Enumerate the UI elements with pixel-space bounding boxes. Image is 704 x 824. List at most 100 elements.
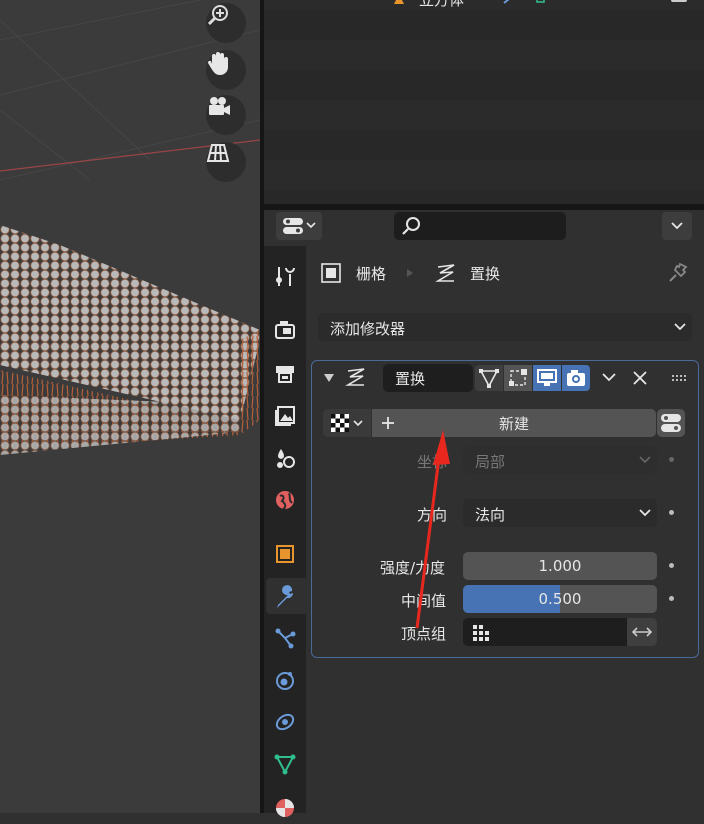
outliner-row [264,100,704,130]
direction-label: 方向 [417,506,448,524]
vertex-group-icon [473,625,489,641]
tab-tool[interactable] [266,258,304,294]
midlevel-label: 中间值 [401,592,447,610]
tab-data[interactable] [266,746,304,782]
tab-view-layer[interactable] [266,398,304,434]
tab-render[interactable] [266,312,304,348]
outliner-row [264,130,704,160]
coords-dropdown[interactable]: 局部 [463,446,657,474]
outliner-row [264,70,704,100]
edit-cage-icon [479,369,499,388]
camera-icon [567,370,585,386]
camera-icon[interactable] [206,95,246,135]
direction-dropdown[interactable]: 法向 [463,499,657,527]
outliner-row [264,10,704,40]
arrow-left-right-icon [631,627,653,637]
constraint-icon [275,713,295,731]
tab-material[interactable] [266,788,304,824]
physics-icon [276,672,294,690]
properties-editor-icon [283,218,316,234]
chevron-down-icon [671,222,683,230]
add-modifier-dropdown[interactable]: 添加修改器 [318,313,692,341]
tab-particles[interactable] [266,620,304,656]
outliner-item-label: 立方体 [419,0,465,9]
tab-object[interactable] [266,536,304,572]
tab-world[interactable] [266,482,304,518]
mesh-icon [394,0,404,4]
collapse-triangle-icon[interactable] [323,372,335,384]
modifier-name-input[interactable]: 置换 [383,364,473,392]
grip-icon [672,375,686,381]
scene-icon [277,449,295,468]
visibility-icon[interactable] [642,0,658,6]
outliner[interactable]: 立方体 [264,0,704,204]
chevron-down-icon [602,373,616,382]
modifier-wrench-icon [503,0,510,4]
checker-icon [331,414,363,432]
pin-icon[interactable] [666,261,690,285]
texture-browse-button[interactable] [323,409,371,437]
chevron-down-icon [639,456,651,464]
coords-label: 坐标 [417,453,448,471]
options-dropdown[interactable] [662,212,692,240]
3d-viewport[interactable] [0,0,260,813]
object-icon [276,545,294,563]
tab-constraints[interactable] [266,704,304,740]
midlevel-slider[interactable]: 0.500 [463,585,657,613]
grid-icon[interactable] [206,142,246,182]
keyframe-dot[interactable] [669,457,674,462]
breadcrumb-object: 栅格 [356,265,387,283]
remove-modifier-button[interactable] [626,365,654,391]
vertex-group-label: 顶点组 [401,625,447,643]
chevron-down-icon [674,323,686,331]
zoom-icon[interactable] [206,3,246,43]
breadcrumb-modifier: 置换 [470,265,501,283]
texture-properties-button[interactable] [657,409,685,437]
editor-type-button[interactable] [276,212,322,240]
breadcrumb-separator-icon [407,269,413,277]
outliner-row[interactable]: 立方体 [264,0,704,10]
keyframe-dot[interactable] [669,510,674,515]
particles-icon [275,628,296,649]
strength-field[interactable]: 1.000 [463,552,657,580]
texture-new-label: 新建 [498,414,529,433]
view-layer-icon [275,406,295,426]
search-input[interactable] [394,212,566,240]
search-icon [402,217,420,235]
keyframe-dot[interactable] [669,596,674,601]
mesh-object-icon [321,263,341,283]
plus-icon [382,417,394,429]
tab-scene[interactable] [266,440,304,476]
close-icon [633,371,647,385]
render-icon [275,321,295,339]
edit-cage-toggle[interactable] [475,365,503,391]
hand-icon[interactable] [206,50,246,90]
modifier-menu-dropdown[interactable] [595,365,623,391]
world-icon [276,491,294,510]
displace-modifier-icon [435,264,455,282]
tab-physics[interactable] [266,662,304,698]
material-icon [276,799,294,817]
midlevel-value: 0.500 [538,590,582,608]
chevron-down-icon [639,509,651,517]
direction-value: 法向 [475,506,506,524]
keyframe-dot[interactable] [669,563,674,568]
edit-mode-toggle[interactable] [504,365,532,391]
data-icon [274,754,296,775]
coords-value: 局部 [475,453,506,471]
drag-handle[interactable] [666,365,694,391]
tab-modifiers[interactable] [266,578,306,614]
render-visibility-icon[interactable] [669,0,689,6]
add-modifier-label: 添加修改器 [330,320,406,338]
render-toggle[interactable] [562,365,590,391]
properties-editor-icon [661,414,681,432]
modifier-icon [277,585,294,608]
viewport-display-toggle[interactable] [533,365,561,391]
invert-vertex-group-button[interactable] [627,618,657,646]
strength-label: 强度/力度 [380,559,446,577]
vertex-group-input[interactable] [463,618,627,646]
texture-new-button[interactable]: 新建 [372,409,656,437]
monitor-icon [537,369,557,386]
tab-output[interactable] [266,356,304,392]
outliner-row [264,160,704,190]
